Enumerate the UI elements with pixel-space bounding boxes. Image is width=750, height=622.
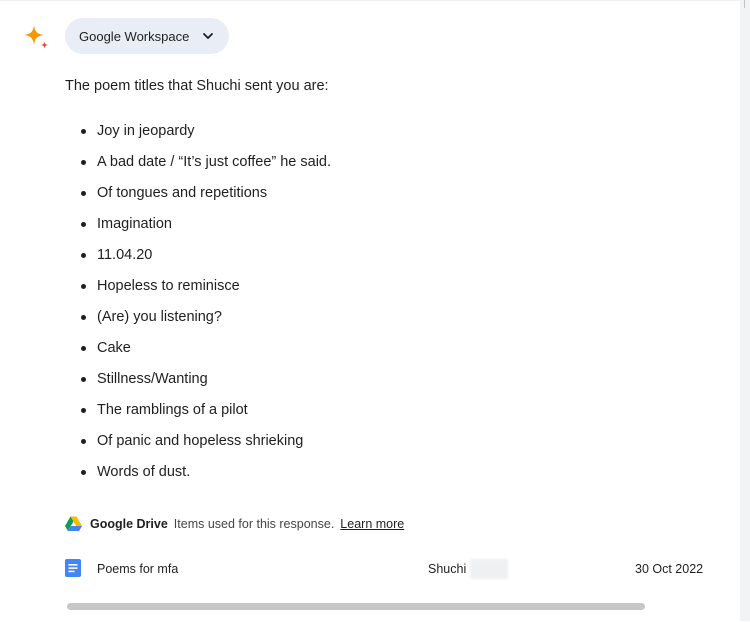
sources-line: Google Drive Items used for this respons…: [65, 516, 404, 531]
list-item: 11.04.20: [65, 243, 331, 274]
horizontal-scrollbar[interactable]: [67, 603, 645, 610]
file-name: Poems for mfa: [97, 562, 179, 576]
list-item: Cake: [65, 336, 331, 367]
right-scroll-rail: [740, 0, 750, 621]
response-panel: Google Workspace The poem titles that Sh…: [0, 0, 740, 622]
gemini-sparkle-icon: [24, 25, 48, 49]
learn-more-link[interactable]: Learn more: [340, 517, 404, 531]
poem-title-list: Joy in jeopardy A bad date / “It’s just …: [65, 119, 331, 491]
source-file-row[interactable]: Poems for mfa Shuchi 30 Oct 2022: [65, 557, 705, 581]
rail-divider: [744, 0, 745, 8]
sources-note: Items used for this response.: [173, 516, 335, 531]
google-drive-icon: [65, 516, 82, 531]
redacted-owner-surname: [470, 559, 508, 579]
google-docs-icon: [65, 559, 81, 577]
list-item: Joy in jeopardy: [65, 119, 331, 150]
list-item: A bad date / “It’s just coffee” he said.: [65, 150, 331, 181]
list-item: Stillness/Wanting: [65, 367, 331, 398]
file-owner: Shuchi: [428, 562, 467, 576]
chevron-down-icon: [203, 33, 214, 39]
list-item: (Are) you listening?: [65, 305, 331, 336]
file-date: 30 Oct 2022: [635, 562, 704, 576]
response-intro: The poem titles that Shuchi sent you are…: [65, 78, 329, 94]
list-item: Of panic and hopeless shrieking: [65, 429, 331, 460]
drive-source-name: Google Drive: [90, 516, 168, 531]
list-item: The ramblings of a pilot: [65, 398, 331, 429]
list-item: Of tongues and repetitions: [65, 181, 331, 212]
list-item: Hopeless to reminisce: [65, 274, 331, 305]
workspace-chip-label: Google Workspace: [79, 28, 190, 44]
google-workspace-chip[interactable]: Google Workspace: [65, 18, 230, 54]
list-item: Words of dust.: [65, 460, 331, 491]
list-item: Imagination: [65, 212, 331, 243]
